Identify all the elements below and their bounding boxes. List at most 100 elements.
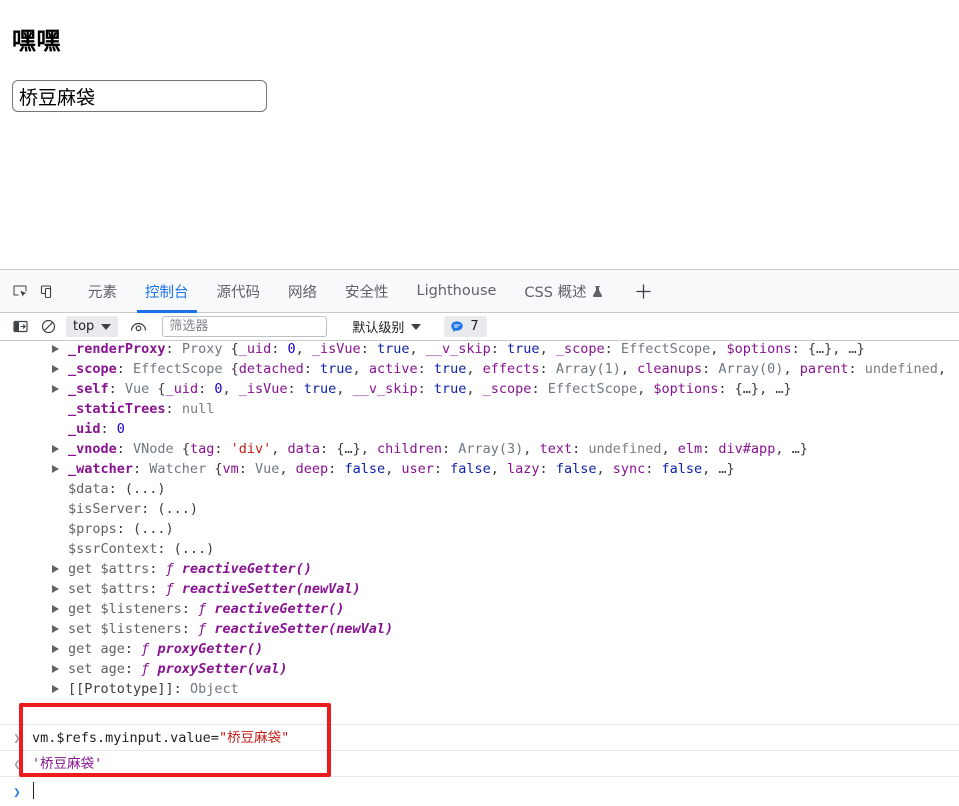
property-token: : [303,361,321,377]
property-token: EffectScope [620,341,711,357]
property-token: : [433,461,451,477]
object-property-row[interactable]: $props: (...) [0,519,959,539]
tab-label: CSS 概述 [524,284,587,301]
live-expression-eye-icon[interactable] [126,316,150,338]
property-token: , [937,361,947,377]
device-toolbar-icon[interactable] [34,277,62,305]
property-token: : [531,381,548,397]
property-token: undefined [864,361,938,377]
execution-context-dropdown[interactable]: top [66,316,119,337]
expand-triangle-icon[interactable] [52,365,59,373]
console-result-text: '桥豆麻袋' [32,756,103,772]
property-token: : [417,381,434,397]
experiment-flask-icon [592,285,603,298]
property-token: : [702,441,719,457]
add-panel-button[interactable] [629,276,659,306]
object-property-row[interactable]: _renderProxy: Proxy {_uid: 0, _isVue: tr… [0,341,959,359]
property-token: EffectScope [133,361,231,377]
execution-context-label: top [73,319,95,334]
tab-css-overview[interactable]: CSS 概述 [510,270,616,313]
property-token: ƒ [141,641,158,657]
property-token: : [181,621,199,637]
tab-security[interactable]: 安全性 [331,270,403,313]
property-token: , [271,441,288,457]
property-token: Proxy [181,341,231,357]
console-command-string: "桥豆麻袋" [218,730,290,746]
object-property-row[interactable]: _uid: 0 [0,419,959,439]
property-name: set [68,581,101,597]
tab-console[interactable]: 控制台 [131,270,203,313]
object-property-row[interactable]: $isServer: (...) [0,499,959,519]
console-prompt-row[interactable]: ❯ [0,776,959,806]
property-token: __v_skip [352,381,418,397]
object-property-row[interactable]: _self: Vue {_uid: 0, _isVue: true, __v_s… [0,379,959,399]
text-caret [33,782,34,799]
property-name: _staticTrees [68,401,166,417]
property-token: Array(0) [718,361,784,377]
property-token: : [848,361,865,377]
expand-triangle-icon[interactable] [52,465,59,473]
property-token: 0 [287,341,296,357]
property-token: true [507,341,540,357]
property-token: true [433,361,467,377]
object-property-row[interactable]: get $listeners: ƒ reactiveGetter() [0,599,959,619]
object-property-row[interactable]: set $listeners: ƒ reactiveSetter(newVal) [0,619,959,639]
property-token: : [124,641,142,657]
property-token: : [539,461,556,477]
property-token: , …} [832,341,865,357]
console-sidebar-toggle-icon[interactable] [8,316,32,338]
tab-network[interactable]: 网络 [274,270,331,313]
property-token: user [401,461,434,477]
property-token: , [466,361,483,377]
object-property-row[interactable]: set age: ƒ proxySetter(val) [0,659,959,679]
expand-triangle-icon[interactable] [52,645,59,653]
tab-label: 元素 [88,284,117,301]
property-name: set [68,621,101,637]
property-token: true [433,381,467,397]
expand-triangle-icon[interactable] [52,445,59,453]
object-property-row[interactable]: get $attrs: ƒ reactiveGetter() [0,559,959,579]
tab-lighthouse[interactable]: Lighthouse [403,270,511,313]
property-token: $listeners [100,621,182,637]
property-token: text [539,441,573,457]
inspect-element-icon[interactable] [6,277,34,305]
property-token: , [279,461,296,477]
object-property-row[interactable]: [[Prototype]]: Object [0,679,959,699]
expand-triangle-icon[interactable] [52,665,59,673]
expand-triangle-icon[interactable] [52,585,59,593]
clear-console-icon[interactable] [36,316,60,338]
expand-triangle-icon[interactable] [52,625,59,633]
object-property-row[interactable]: _vnode: VNode {tag: 'div', data: {…}, ch… [0,439,959,459]
console-message-area[interactable]: _renderProxy: Proxy {_uid: 0, _isVue: tr… [0,341,959,806]
property-token: active [368,361,418,377]
log-level-dropdown[interactable]: 默认级别 [345,316,428,337]
object-property-row[interactable]: _staticTrees: null [0,399,959,419]
log-level-label: 默认级别 [352,321,405,336]
devtools-tabbar: 元素 控制台 源代码 网络 安全性 Lighthouse CSS 概述 [0,270,959,313]
issues-counter-badge[interactable]: 7 [444,316,487,337]
object-property-row[interactable]: $ssrContext: (...) [0,539,959,559]
property-token: age [100,661,125,677]
property-token: ƒ [165,581,182,597]
property-token: : [791,341,808,357]
object-property-row[interactable]: $data: (...) [0,479,959,499]
tab-elements[interactable]: 元素 [74,270,131,313]
property-token: : [442,441,459,457]
object-property-row[interactable]: get age: ƒ proxyGetter() [0,639,959,659]
property-token: : [287,381,304,397]
console-command-row: ❯ vm.$refs.myinput.value="桥豆麻袋" [0,724,959,750]
tab-sources[interactable]: 源代码 [203,270,275,313]
expand-triangle-icon[interactable] [52,605,59,613]
object-property-row[interactable]: _scope: EffectScope {detached: true, act… [0,359,959,379]
property-token: : [149,581,166,597]
expand-triangle-icon[interactable] [52,385,59,393]
expand-triangle-icon[interactable] [52,565,59,573]
object-property-row[interactable]: set $attrs: ƒ reactiveSetter(newVal) [0,579,959,599]
chevron-down-icon [411,323,422,330]
expand-triangle-icon[interactable] [52,345,59,353]
console-filter-input[interactable] [162,316,328,337]
myinput-text-field[interactable] [12,80,267,112]
expand-triangle-icon[interactable] [52,685,59,693]
object-property-row[interactable]: _watcher: Watcher {vm: Vue, deep: false,… [0,459,959,479]
property-name: $data [68,481,109,497]
